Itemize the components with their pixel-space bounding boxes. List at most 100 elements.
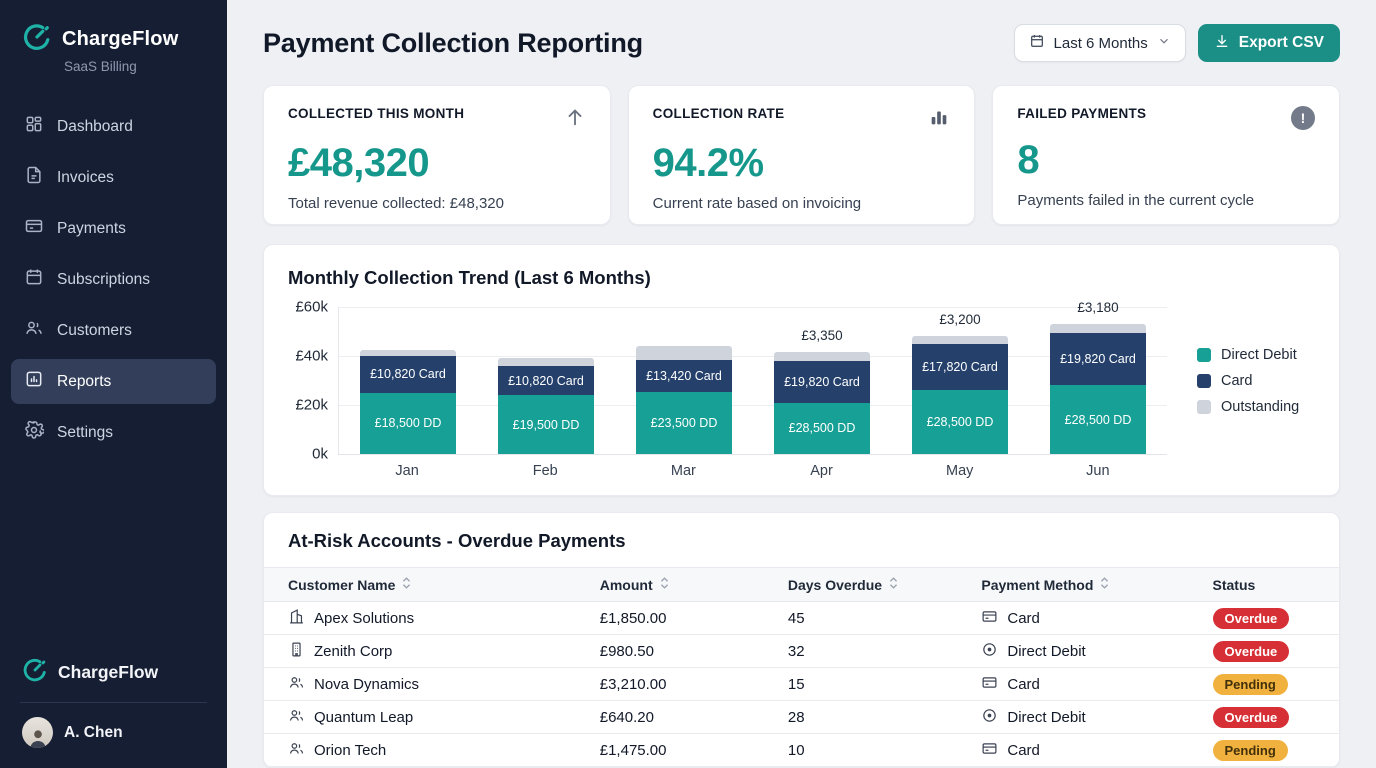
kpi-card-failed-payments: FAILED PAYMENTS ! 8 Payments failed in t…: [992, 85, 1340, 225]
column-header-customer-name[interactable]: Customer Name: [264, 574, 576, 595]
bar-segment-outstanding: [1050, 324, 1146, 333]
column-header-label: Days Overdue: [788, 577, 882, 593]
customer-cell: Nova Dynamics: [264, 674, 576, 695]
status-cell: Overdue: [1189, 608, 1340, 629]
bar-segment-direct-debit: £28,500 DD: [774, 403, 870, 454]
bar-segment-direct-debit: £19,500 DD: [498, 395, 594, 454]
x-axis-label: Jun: [1050, 463, 1146, 479]
legend-swatch: [1197, 348, 1211, 362]
status-cell: Pending: [1189, 674, 1340, 695]
sidebar-item-payments[interactable]: Payments: [11, 206, 216, 251]
date-range-dropdown[interactable]: Last 6 Months: [1014, 24, 1186, 62]
chart-bar-jun[interactable]: £3,180£19,820 Card£28,500 DD: [1050, 324, 1146, 454]
direct-debit-icon: [981, 707, 998, 728]
customer-cell: Zenith Corp: [264, 641, 576, 662]
bar-segment-direct-debit: £18,500 DD: [360, 393, 456, 454]
table-row[interactable]: Orion Tech£1,475.0010CardPending: [264, 734, 1339, 767]
legend-item-card: Card: [1197, 373, 1315, 389]
main-content: Payment Collection Reporting Last 6 Mont…: [227, 0, 1376, 768]
sort-icon: [401, 576, 412, 593]
page-title: Payment Collection Reporting: [263, 28, 643, 59]
bar-segment-direct-debit: £28,500 DD: [912, 390, 1008, 454]
kpi-label: COLLECTED THIS MONTH: [288, 106, 464, 121]
sidebar-item-label: Reports: [57, 373, 111, 391]
kpi-value: 8: [1017, 138, 1315, 183]
y-axis-tick: £60k: [295, 299, 328, 316]
chart-bar-may[interactable]: £3,200£17,820 Card£28,500 DD: [912, 336, 1008, 454]
table-row[interactable]: Zenith Corp£980.5032Direct DebitOverdue: [264, 635, 1339, 668]
card-icon: [981, 674, 998, 695]
kpi-label: FAILED PAYMENTS: [1017, 106, 1146, 121]
status-cell: Pending: [1189, 740, 1340, 761]
payment-method-label: Direct Debit: [1007, 709, 1085, 726]
monthly-trend-chart-card: Monthly Collection Trend (Last 6 Months)…: [263, 244, 1340, 496]
legend-label: Direct Debit: [1221, 347, 1297, 363]
column-header-days-overdue[interactable]: Days Overdue: [764, 574, 958, 595]
bar-value-label: £3,200: [912, 312, 1008, 327]
invoice-file-icon: [24, 165, 44, 190]
brand-subtitle: SaaS Billing: [0, 57, 227, 74]
chart-bar-jan[interactable]: £10,820 Card£18,500 DD: [360, 350, 456, 454]
amount-cell: £1,850.00: [576, 610, 764, 627]
kpi-value: 94.2%: [653, 141, 951, 186]
column-header-label: Status: [1213, 577, 1256, 593]
payment-method-label: Card: [1007, 742, 1040, 759]
amount-cell: £980.50: [576, 643, 764, 660]
user-profile[interactable]: A. Chen: [0, 703, 227, 752]
x-axis-label: Jan: [359, 463, 455, 479]
users-icon: [288, 707, 305, 728]
chart-legend: Direct Debit Card Outstanding: [1167, 307, 1315, 479]
calendar-icon: [24, 267, 44, 292]
table-title: At-Risk Accounts - Overdue Payments: [264, 513, 1339, 567]
payment-method-cell: Card: [957, 608, 1188, 629]
column-header-payment-method[interactable]: Payment Method: [957, 574, 1188, 595]
column-header-label: Customer Name: [288, 577, 395, 593]
card-icon: [981, 608, 998, 629]
sidebar-item-reports[interactable]: Reports: [11, 359, 216, 404]
sidebar-item-customers[interactable]: Customers: [11, 308, 216, 353]
export-csv-button[interactable]: Export CSV: [1198, 24, 1340, 62]
payment-method-label: Card: [1007, 676, 1040, 693]
building-tall-icon: [288, 641, 305, 662]
amount-cell: £640.20: [576, 709, 764, 726]
customer-name: Quantum Leap: [314, 709, 413, 726]
chart-bar-mar[interactable]: £13,420 Card£23,500 DD: [636, 346, 732, 454]
chart-bar-feb[interactable]: £10,820 Card£19,500 DD: [498, 358, 594, 454]
sidebar-item-settings[interactable]: Settings: [11, 410, 216, 455]
chart-x-axis: JanFebMarAprMayJun: [338, 463, 1167, 479]
table-row[interactable]: Apex Solutions£1,850.0045CardOverdue: [264, 602, 1339, 635]
card-icon: [981, 740, 998, 761]
table-row[interactable]: Quantum Leap£640.2028Direct DebitOverdue: [264, 701, 1339, 734]
column-header-amount[interactable]: Amount: [576, 574, 764, 595]
kpi-value: £48,320: [288, 141, 586, 186]
status-cell: Overdue: [1189, 707, 1340, 728]
sidebar-item-label: Payments: [57, 220, 126, 238]
customer-name: Zenith Corp: [314, 643, 392, 660]
legend-swatch: [1197, 374, 1211, 388]
chargeflow-logo-icon: [22, 657, 48, 688]
sidebar-item-dashboard[interactable]: Dashboard: [11, 104, 216, 149]
avatar: [22, 717, 53, 748]
table-row[interactable]: Nova Dynamics£3,210.0015CardPending: [264, 668, 1339, 701]
kpi-subtitle: Current rate based on invoicing: [653, 195, 951, 212]
chevron-down-icon: [1157, 34, 1171, 52]
x-axis-label: Mar: [635, 463, 731, 479]
bar-chart-icon: [928, 106, 950, 133]
customer-cell: Apex Solutions: [264, 608, 576, 629]
amount-cell: £3,210.00: [576, 676, 764, 693]
customer-name: Apex Solutions: [314, 610, 414, 627]
sidebar-item-subscriptions[interactable]: Subscriptions: [11, 257, 216, 302]
chargeflow-logo-icon: [22, 22, 52, 57]
chart-bar-apr[interactable]: £3,350£19,820 Card£28,500 DD: [774, 352, 870, 454]
sidebar-item-invoices[interactable]: Invoices: [11, 155, 216, 200]
users-icon: [288, 740, 305, 761]
y-axis-tick: £40k: [295, 348, 328, 365]
report-chart-icon: [24, 369, 44, 394]
bar-segment-outstanding: [636, 346, 732, 359]
column-header-label: Amount: [600, 577, 653, 593]
bar-segment-outstanding: [774, 352, 870, 361]
legend-item-outstanding: Outstanding: [1197, 399, 1315, 415]
users-icon: [24, 318, 44, 343]
chart-y-axis: £60k£40k£20k0k: [288, 307, 338, 455]
kpi-card-collection-rate: COLLECTION RATE 94.2% Current rate based…: [628, 85, 976, 225]
